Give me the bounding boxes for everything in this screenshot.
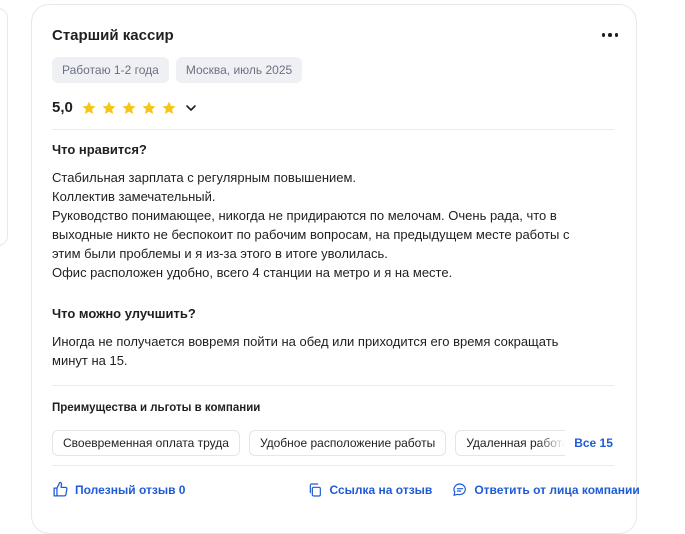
reply-label: Ответить от лица компании: [474, 482, 640, 497]
star-icon: [142, 101, 156, 114]
copy-link-button[interactable]: Ссылка на отзыв: [307, 482, 432, 498]
review-job-title: Старший кассир: [52, 27, 174, 44]
tag-experience: Работаю 1-2 года: [52, 57, 169, 83]
more-options-button[interactable]: [598, 23, 622, 47]
rating-row: 5,0: [52, 99, 197, 116]
benefit-chip[interactable]: Удобное расположение работы: [248, 430, 447, 456]
cons-title: Что можно улучшить?: [52, 306, 196, 321]
more-icon: [601, 33, 606, 37]
review-card: Старший кассир Работаю 1-2 года Москва, …: [31, 4, 640, 534]
pros-line: этим были проблемы и я из-за этого в ито…: [52, 246, 388, 261]
review-meta-tags: Работаю 1-2 года Москва, июль 2025: [52, 57, 303, 83]
star-icon: [122, 101, 136, 114]
cons-line: Иногда не получается вовремя пойти на об…: [52, 334, 559, 349]
pros-line: Стабильная зарплата с регулярным повышен…: [52, 170, 357, 185]
rating-value: 5,0: [52, 99, 73, 116]
pros-text: Стабильная зарплата с регулярным повышен…: [52, 168, 612, 282]
helpful-button[interactable]: Полезный отзыв 0: [52, 481, 185, 498]
copy-link-icon: [310, 482, 322, 497]
pros-line: Коллектив замечательный.: [52, 189, 216, 204]
benefit-chip[interactable]: Удаленная работа: [455, 430, 566, 456]
benefit-chip[interactable]: Своевременная оплата труда: [52, 430, 240, 456]
chevron-down-icon[interactable]: [185, 102, 197, 114]
cons-line: минут на 15.: [52, 353, 128, 368]
thumbs-up-icon: [53, 481, 68, 497]
reply-as-company-button[interactable]: Ответить от лица компании: [452, 482, 640, 498]
pros-line: выходные никто не беспокоит по рабочим в…: [52, 227, 570, 242]
star-icon: [162, 101, 176, 114]
pros-line: Офис расположен удобно, всего 4 станции …: [52, 265, 453, 280]
divider: [52, 129, 614, 130]
chevron-down-icon: [619, 437, 620, 449]
all-benefits-label: Все 15: [574, 436, 613, 450]
divider: [52, 465, 614, 466]
previous-review-card-edge: [0, 8, 8, 246]
cons-text: Иногда не получается вовремя пойти на об…: [52, 332, 612, 370]
star-icon: [82, 101, 96, 114]
review-actions: Полезный отзыв 0 Ссылка на отзыв Ответит…: [52, 481, 640, 498]
tag-location-date: Москва, июль 2025: [175, 57, 303, 83]
copy-link-label: Ссылка на отзыв: [329, 482, 433, 497]
benefits-title: Преимущества и льготы в компании: [52, 402, 261, 414]
divider: [52, 385, 614, 386]
star-icon: [102, 101, 116, 114]
all-benefits-button[interactable]: Все 15: [574, 436, 620, 450]
rating-stars: [81, 100, 177, 116]
comment-icon: [453, 482, 467, 496]
pros-line: Руководство понимающее, никогда не приди…: [52, 208, 557, 223]
pros-title: Что нравится?: [52, 142, 147, 157]
helpful-label: Полезный отзыв 0: [75, 482, 186, 497]
benefits-list: Своевременная оплата труда Удобное распо…: [52, 429, 620, 457]
